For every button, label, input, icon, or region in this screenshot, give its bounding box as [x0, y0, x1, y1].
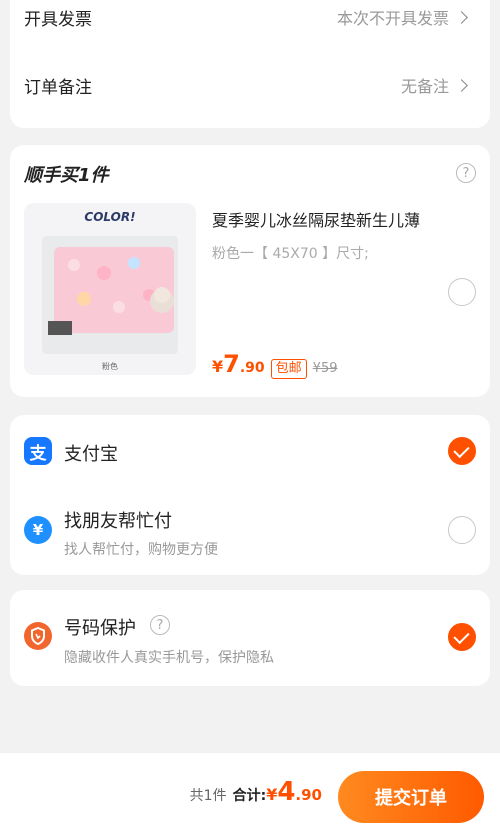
submit-order-button[interactable]: 提交订单 — [338, 771, 484, 823]
shield-phone-icon — [24, 622, 52, 650]
product-spec: 粉色一【 45X70 】尺寸; — [212, 246, 369, 262]
product-price: ¥ 7 .90 包邮 ¥59 — [212, 350, 338, 379]
privacy-radio[interactable] — [448, 623, 476, 651]
remark-label: 订单备注 — [24, 77, 92, 98]
price-symbol: ¥ — [212, 357, 224, 376]
order-total: 共1件 合计: ¥ 4 .90 — [190, 777, 322, 807]
payment-sub-friend: 找人帮忙付，购物更方便 — [64, 542, 218, 558]
invoice-row[interactable]: 开具发票 本次不开具发票 — [24, 2, 468, 32]
chevron-right-icon — [455, 78, 468, 92]
total-symbol: ¥ — [266, 785, 278, 804]
image-caption: 粉色 — [102, 361, 118, 371]
alipay-radio[interactable] — [448, 437, 476, 465]
product-name[interactable]: 夏季婴儿冰丝隔尿垫新生儿薄 — [212, 207, 420, 231]
privacy-sub: 隐藏收件人真实手机号，保护隐私 — [64, 650, 274, 666]
invoice-value: 本次不开具发票 — [336, 5, 468, 29]
chevron-right-icon — [455, 10, 468, 24]
addon-select-radio[interactable] — [448, 278, 476, 306]
friend-pay-icon: ¥ — [24, 516, 52, 544]
product-image-illustration: COLOR! 粉色 — [24, 203, 196, 375]
total-integer: 4 — [277, 777, 296, 807]
addon-title: 顺手买1件 — [24, 165, 109, 186]
price-integer: 7 — [223, 350, 240, 378]
friend-pay-radio[interactable] — [448, 516, 476, 544]
price-decimal: .90 — [239, 360, 265, 376]
privacy-card: 号码保护 ? 隐藏收件人真实手机号，保护隐私 — [10, 590, 490, 686]
remark-row[interactable]: 订单备注 无备注 — [24, 70, 468, 100]
original-price: ¥59 — [312, 361, 338, 376]
payment-name-friend: 找朋友帮忙付 — [64, 511, 172, 532]
free-shipping-tag: 包邮 — [270, 359, 307, 379]
privacy-name: 号码保护 — [64, 618, 136, 639]
invoice-value-text: 本次不开具发票 — [336, 9, 449, 28]
item-count: 共1件 — [189, 788, 227, 804]
addon-card: 顺手买1件 ? COLOR! 粉色 夏季婴儿冰丝隔尿垫新生儿薄 粉色一【 45X… — [10, 145, 490, 397]
remark-value: 无备注 — [400, 73, 468, 97]
payment-card: 支 支付宝 ¥ 找朋友帮忙付 找人帮忙付，购物更方便 — [10, 415, 490, 575]
help-icon[interactable]: ? — [456, 163, 476, 183]
alipay-icon: 支 — [24, 437, 52, 465]
bottom-bar: 共1件 合计: ¥ 4 .90 提交订单 — [0, 753, 500, 839]
total-label: 合计: — [232, 788, 267, 804]
product-image[interactable]: COLOR! 粉色 — [24, 203, 196, 375]
remark-value-text: 无备注 — [400, 77, 449, 96]
invoice-label: 开具发票 — [24, 9, 92, 30]
privacy-help-icon[interactable]: ? — [150, 615, 170, 635]
payment-name-alipay: 支付宝 — [64, 444, 118, 465]
total-decimal: .90 — [295, 786, 322, 804]
order-settings-card: 开具发票 本次不开具发票 订单备注 无备注 — [10, 0, 490, 128]
image-brand: COLOR! — [84, 210, 135, 224]
